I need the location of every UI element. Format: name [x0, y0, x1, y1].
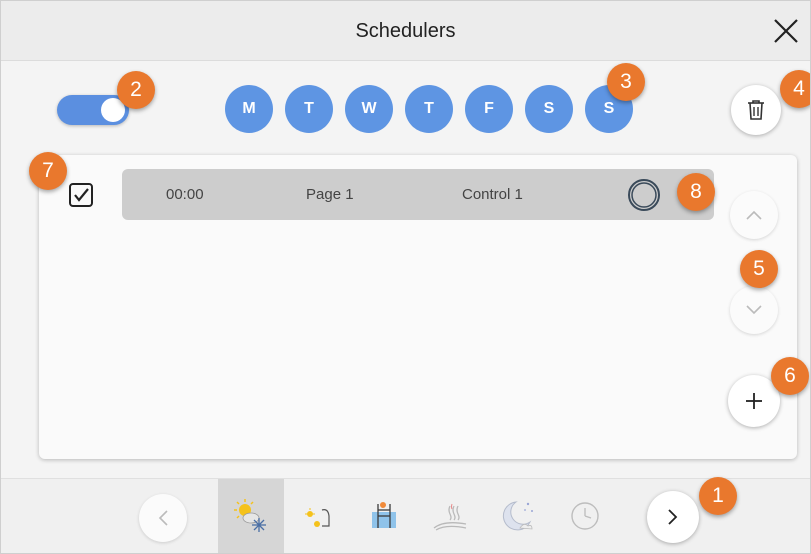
day-button-monday[interactable]: M [225, 85, 273, 133]
day-button-wednesday[interactable]: W [345, 85, 393, 133]
callout-marker: 3 [607, 63, 645, 101]
day-button-saturday[interactable]: S [525, 85, 573, 133]
chevron-down-icon [746, 305, 762, 315]
sun-snow-climate-icon [234, 499, 266, 532]
nav-tab-heating[interactable] [417, 479, 483, 553]
move-up-button[interactable] [730, 191, 778, 239]
day-button-thursday[interactable]: T [405, 85, 453, 133]
day-button-tuesday[interactable]: T [285, 85, 333, 133]
callout-marker: 1 [699, 477, 737, 515]
schedule-control: Control 1 [462, 186, 523, 203]
day-button-friday[interactable]: F [465, 85, 513, 133]
row-checkbox[interactable] [67, 181, 95, 209]
nav-tab-pool[interactable] [351, 479, 417, 553]
chevron-left-icon [158, 510, 168, 526]
chevron-up-icon [746, 210, 762, 220]
callout-marker: 8 [677, 173, 715, 211]
callout-marker: 7 [29, 152, 67, 190]
control-state-button[interactable] [626, 177, 662, 213]
trash-icon [748, 100, 764, 120]
close-button[interactable] [770, 15, 802, 47]
callout-marker: 2 [117, 71, 155, 109]
pool-icon [372, 502, 396, 528]
plus-icon [746, 393, 762, 409]
night-moon-icon [502, 501, 533, 531]
schedule-time: 00:00 [166, 186, 204, 203]
clock-icon [571, 502, 599, 530]
scheduler-enable-toggle[interactable] [57, 95, 129, 125]
callout-marker: 4 [780, 70, 810, 108]
checkbox-checked-icon [69, 183, 93, 207]
lights-icon [305, 508, 330, 527]
nav-tab-lights[interactable] [285, 479, 351, 553]
heating-icon [433, 503, 467, 531]
schedule-page: Page 1 [306, 186, 354, 203]
ring-icon [628, 179, 660, 211]
next-page-button[interactable] [647, 491, 699, 543]
nav-tab-climate[interactable] [218, 479, 284, 553]
schedule-row[interactable]: 00:00 Page 1 Control 1 [122, 169, 714, 220]
move-down-button[interactable] [730, 286, 778, 334]
nav-tab-night[interactable] [485, 479, 551, 553]
previous-page-button[interactable] [139, 494, 187, 542]
nav-tab-timer[interactable] [552, 479, 618, 553]
delete-button[interactable] [731, 85, 781, 135]
close-icon [774, 19, 798, 43]
schedulers-dialog: Schedulers M T W T F S S 00:00 Page 1 Co… [0, 0, 811, 554]
dialog-title: Schedulers [355, 20, 456, 42]
title-bar: Schedulers [1, 1, 810, 61]
callout-marker: 6 [771, 357, 809, 395]
callout-marker: 5 [740, 250, 778, 288]
chevron-right-icon [668, 509, 678, 525]
